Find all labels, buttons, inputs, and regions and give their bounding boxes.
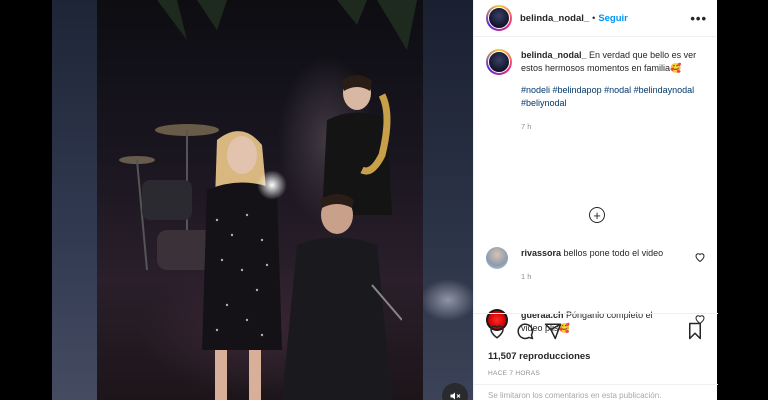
ellipsis-icon[interactable]: •••: [690, 11, 707, 26]
comment-text: bellos pone todo el video: [563, 248, 664, 258]
post-video[interactable]: [97, 0, 423, 400]
post-panel: belinda_nodal_ • Seguir ••• belinda_noda…: [473, 0, 718, 400]
avatar[interactable]: [486, 5, 512, 31]
action-icons: [488, 320, 704, 342]
heart-icon[interactable]: [488, 322, 506, 340]
posted-time[interactable]: HACE 7 HORAS: [488, 370, 704, 377]
video-side-sky-left: [52, 0, 97, 400]
plus-circle-icon[interactable]: +: [589, 207, 605, 223]
comment-avatar[interactable]: [486, 247, 508, 269]
comment-icon[interactable]: [516, 322, 534, 340]
caption-hashtags[interactable]: #nodeli #belindapop #nodal #belindaynoda…: [521, 84, 701, 110]
load-more-label: +: [593, 207, 601, 223]
stage-light: [257, 170, 287, 200]
post-actions: 11,507 reproducciones HACE 7 HORAS: [474, 313, 718, 377]
view-count: 11,507 reproducciones: [488, 351, 591, 362]
follow-button[interactable]: Seguir: [598, 13, 628, 24]
comments-limited-notice: Se limitaron los comentarios en esta pub…: [474, 384, 718, 400]
muted-speaker-icon: [450, 392, 461, 400]
share-icon[interactable]: [544, 322, 562, 340]
palm-leaves: [157, 0, 417, 50]
backdrop-left-edge: [0, 0, 52, 400]
video-side-sky-right: [423, 0, 473, 400]
female-singer: [202, 131, 282, 400]
caption-time[interactable]: 7 h: [521, 120, 701, 133]
heart-icon[interactable]: [694, 251, 706, 263]
bookmark-icon[interactable]: [686, 322, 704, 340]
comment-item: rivassora bellos pone todo el video 1 h: [486, 247, 706, 283]
caption: belinda_nodal_ En verdad que bello es ve…: [486, 49, 703, 133]
comment-time[interactable]: 1 h: [521, 270, 671, 283]
post-header: belinda_nodal_ • Seguir •••: [474, 0, 717, 37]
comment-username[interactable]: rivassora: [521, 248, 561, 258]
seated-singer: [282, 194, 402, 400]
post-username[interactable]: belinda_nodal_: [520, 13, 589, 24]
caption-avatar[interactable]: [486, 49, 512, 75]
backdrop-right-edge: [717, 0, 768, 400]
comments-section: belinda_nodal_ En verdad que bello es ve…: [474, 37, 717, 333]
caption-username[interactable]: belinda_nodal_: [521, 50, 587, 60]
separator-dot: •: [592, 13, 596, 23]
